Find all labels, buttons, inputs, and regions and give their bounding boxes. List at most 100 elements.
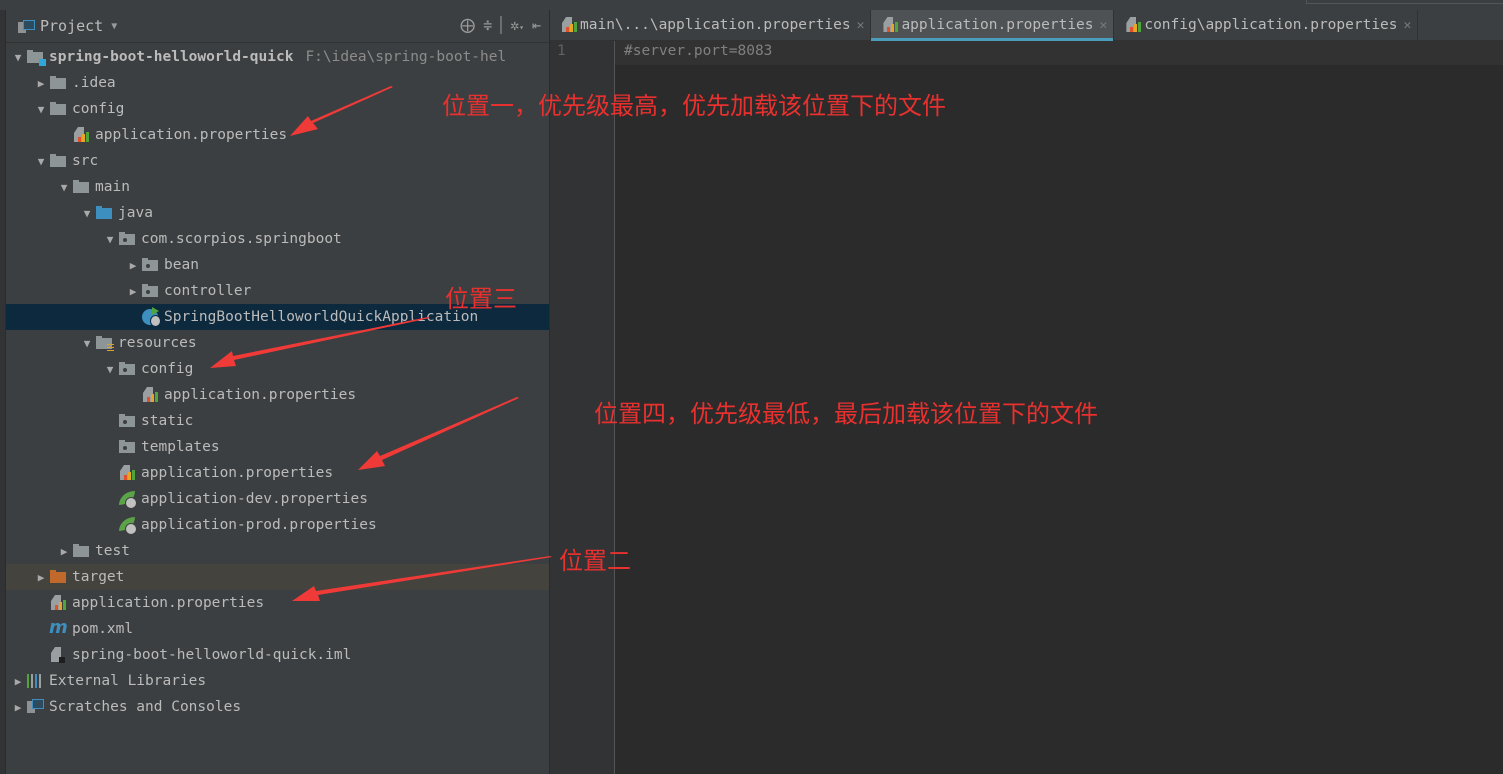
editor-tab[interactable]: main\...\application.properties ✕ [550, 10, 872, 40]
tree-item-label: spring-boot-helloworld-quick.iml [72, 647, 352, 663]
tree-item[interactable]: application.properties [6, 122, 549, 148]
tree-item[interactable]: ▶ External Libraries [6, 668, 549, 694]
package-icon [119, 232, 135, 245]
expand-right-icon[interactable]: ▶ [10, 701, 26, 714]
tree-item-icon [72, 543, 90, 559]
tree-item[interactable]: m pom.xml [6, 616, 549, 642]
locate-icon[interactable]: ⨁ [460, 16, 475, 34]
tree-item-icon [26, 673, 44, 689]
tree-item[interactable]: ▼ src [6, 148, 549, 174]
package-icon [119, 440, 135, 453]
collapse-all-icon[interactable]: ≑ [483, 16, 492, 34]
chevron-down-icon[interactable]: ▼ [111, 21, 117, 32]
code-line[interactable]: #server.port=8083 [624, 43, 772, 59]
project-view-selector[interactable]: Project [40, 17, 103, 35]
close-icon[interactable]: ✕ [857, 18, 865, 33]
tree-item-icon [141, 307, 161, 327]
tree-item-icon [141, 283, 159, 299]
tree-item[interactable]: ▶ Scratches and Consoles [6, 694, 549, 720]
tree-item[interactable]: ▶ bean [6, 252, 549, 278]
tree-item[interactable]: ▼ main [6, 174, 549, 200]
tree-item-label: spring-boot-helloworld-quick [49, 49, 294, 65]
editor-tab[interactable]: application.properties ✕ [871, 10, 1115, 41]
hide-icon[interactable]: ⇤ [532, 16, 541, 34]
annotation-position-3: 位置三 [445, 285, 517, 313]
expand-down-icon[interactable]: ▼ [56, 181, 72, 194]
tree-item[interactable]: ▼ spring-boot-helloworld-quick F:\idea\spr… [6, 44, 549, 70]
settings-icon[interactable]: ✲▾ [510, 16, 524, 34]
tree-item-label: controller [164, 283, 252, 299]
tree-item[interactable]: application.properties [6, 460, 549, 486]
toolbar-separator [500, 16, 503, 34]
line-number: 1 [557, 43, 566, 59]
tree-item-icon [72, 127, 90, 143]
resources-folder-icon [96, 336, 114, 351]
tree-item-icon [118, 491, 137, 509]
tree-item[interactable]: static [6, 408, 549, 434]
close-icon[interactable]: ✕ [1100, 18, 1108, 33]
expand-down-icon[interactable]: ▼ [79, 337, 95, 350]
tree-item[interactable]: application.properties [6, 590, 549, 616]
expand-down-icon[interactable]: ▼ [79, 207, 95, 220]
tree-item-label: com.scorpios.springboot [141, 231, 342, 247]
tree-item-icon [49, 595, 67, 611]
expand-right-icon[interactable]: ▶ [125, 285, 141, 298]
tree-item-icon [49, 647, 67, 663]
folder-icon [73, 544, 89, 557]
package-icon [119, 414, 135, 427]
tree-item-label: application-prod.properties [141, 517, 377, 533]
annotation-position-2: 位置二 [559, 547, 631, 575]
tree-item[interactable]: ▶ target [6, 564, 549, 590]
annotation-position-1: 位置一，优先级最高，优先加载该位置下的文件 [442, 92, 946, 120]
tree-item-label: SpringBootHelloworldQuickApplication [164, 309, 479, 325]
expand-down-icon[interactable]: ▼ [102, 363, 118, 376]
expand-right-icon[interactable]: ▶ [33, 77, 49, 90]
tree-item-label: bean [164, 257, 199, 273]
tree-item-label: application.properties [95, 127, 288, 143]
tree-item[interactable]: ▼ config [6, 356, 549, 382]
expand-right-icon[interactable]: ▶ [10, 675, 26, 688]
tree-item[interactable]: application-prod.properties [6, 512, 549, 538]
tree-item-label: java [118, 205, 153, 221]
properties-bars-icon [78, 132, 90, 142]
tree-item-icon [49, 101, 67, 117]
tree-item-label: pom.xml [72, 621, 134, 637]
expand-down-icon[interactable]: ▼ [10, 51, 26, 64]
tree-item[interactable]: templates [6, 434, 549, 460]
expand-down-icon[interactable]: ▼ [102, 233, 118, 246]
project-panel-header: Project ▼ ⨁ ≑ ✲▾ ⇤ [6, 10, 549, 43]
tree-item[interactable]: ▼ java [6, 200, 549, 226]
tree-item[interactable]: application.properties [6, 382, 549, 408]
expand-down-icon[interactable]: ▼ [33, 155, 49, 168]
expand-right-icon[interactable]: ▶ [125, 259, 141, 272]
editor-tab[interactable]: config\application.properties ✕ [1114, 10, 1419, 40]
expand-right-icon[interactable]: ▶ [33, 571, 49, 584]
tree-item-label: config [72, 101, 125, 117]
folder-icon [50, 154, 66, 167]
expand-right-icon[interactable]: ▶ [56, 545, 72, 558]
tree-item-icon: m [49, 617, 68, 638]
tree-item[interactable]: ▶ test [6, 538, 549, 564]
package-icon [119, 362, 135, 375]
annotation-position-4: 位置四，优先级最低，最后加载该位置下的文件 [594, 400, 1098, 428]
tree-item-icon [95, 335, 114, 351]
tree-item-icon [118, 413, 136, 429]
tree-item-label: External Libraries [49, 673, 207, 689]
maven-icon: m [49, 617, 68, 638]
tree-item[interactable]: spring-boot-helloworld-quick.iml [6, 642, 549, 668]
tree-item[interactable]: ▼ resources [6, 330, 549, 356]
properties-bars-icon [55, 600, 67, 610]
tree-item[interactable]: ▼ com.scorpios.springboot [6, 226, 549, 252]
tree-item-icon [118, 231, 136, 247]
tree-item-label: target [72, 569, 125, 585]
project-panel: Project ▼ ⨁ ≑ ✲▾ ⇤ ▼ spring-boot-hellowor… [6, 10, 550, 774]
editor-tabs: main\...\application.properties ✕ applicat… [550, 10, 1503, 41]
tree-item-label: test [95, 543, 130, 559]
module-path: F:\idea\spring-boot-hel [305, 49, 507, 65]
properties-file-icon [560, 17, 578, 33]
tree-item[interactable]: application-dev.properties [6, 486, 549, 512]
expand-down-icon[interactable]: ▼ [33, 103, 49, 116]
spring-power-icon [125, 523, 137, 535]
close-icon[interactable]: ✕ [1404, 18, 1412, 33]
tree-item-icon [118, 361, 136, 377]
